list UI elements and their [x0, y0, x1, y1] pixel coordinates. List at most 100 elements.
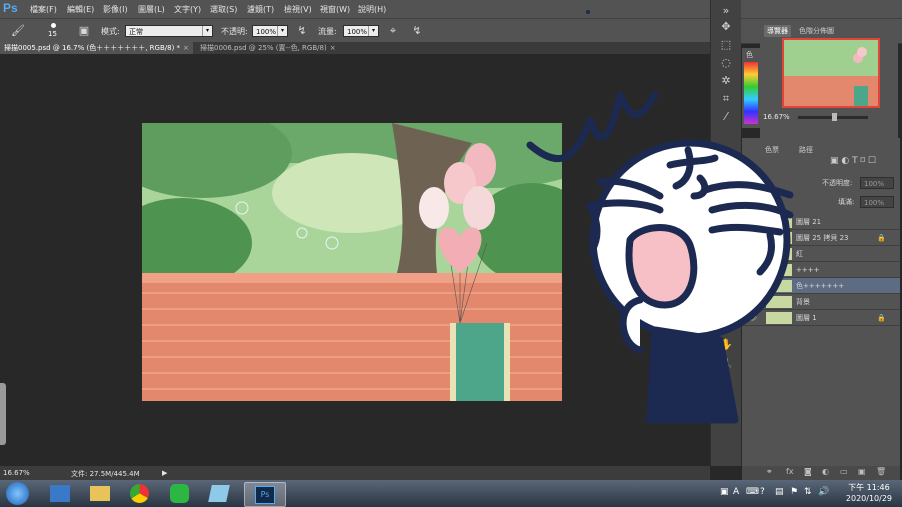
zoom-tool-icon[interactable]: 🔍 — [717, 354, 735, 372]
adjustment-icon[interactable]: ◐ — [822, 467, 829, 476]
layer-row[interactable]: 👁 圖層 21 — [742, 214, 900, 230]
pressure-size-icon[interactable]: ↯ — [409, 23, 425, 39]
brush-preset-picker[interactable]: 15 — [44, 21, 64, 41]
help-icon[interactable]: ? — [760, 487, 765, 497]
windows-taskbar: Ps ▣ A ⌨ ? ▤ ⚑ ⇅ 🔊 下午 11:46 2020/10/29 — [0, 480, 902, 507]
marquee-tool-icon[interactable]: ⬚ — [717, 36, 735, 54]
layer-row[interactable]: 👁 紅 — [742, 246, 900, 262]
menu-window[interactable]: 視窗(W) — [320, 4, 350, 15]
crop-tool-icon[interactable]: ⌗ — [717, 90, 735, 108]
line-icon[interactable] — [160, 482, 200, 505]
swatches-tab[interactable]: 色 — [746, 50, 753, 60]
flag-icon[interactable]: ⚑ — [790, 487, 798, 497]
layer-name: 背景 — [796, 298, 810, 306]
layer-fill-label: 填滿: — [838, 198, 855, 206]
lasso-tool-icon[interactable]: ◌ — [717, 54, 735, 72]
input-method[interactable]: A — [733, 487, 739, 497]
navigator-zoom-slider[interactable] — [798, 113, 868, 121]
flow-field[interactable]: 100% ▾ — [343, 25, 379, 37]
photoshop-icon[interactable]: Ps — [244, 482, 286, 507]
mask-icon[interactable]: ◙ — [804, 467, 812, 476]
visibility-eye-icon[interactable]: 👁 — [748, 310, 757, 326]
taskbar-app-icon[interactable] — [200, 482, 240, 505]
eyedropper-icon[interactable]: ⁄ — [717, 108, 735, 126]
menu-type[interactable]: 文字(Y) — [174, 4, 201, 15]
fx-icon[interactable]: fx — [786, 467, 794, 476]
tab-document-2[interactable]: 掃描0006.psd @ 25% (置--色, RGB/8) × — [196, 42, 340, 54]
network-icon[interactable]: ▤ — [775, 487, 784, 497]
brush-panel-icon[interactable]: ▣ — [76, 23, 92, 39]
color-swatch-grid[interactable] — [744, 62, 758, 124]
status-menu-arrow[interactable]: ▶ — [162, 469, 167, 477]
tab-navigator[interactable]: 導覽器 — [764, 25, 791, 37]
link-layers-icon[interactable]: ⚭ — [766, 467, 773, 476]
zoom-readout[interactable]: 16.67% — [3, 469, 30, 477]
chevron-down-icon: ▾ — [368, 26, 378, 36]
visibility-eye-icon[interactable]: 👁 — [748, 230, 757, 246]
tab-swatches[interactable]: 色票 — [762, 144, 782, 156]
scroll-handle[interactable] — [0, 383, 6, 445]
group-folder-icon[interactable]: ▭ — [840, 467, 848, 476]
canvas-artwork[interactable] — [142, 123, 562, 401]
layer-name: 色+++++++ — [796, 282, 845, 290]
hand-tool-icon[interactable]: ✋ — [717, 336, 735, 354]
menu-edit[interactable]: 編輯(E) — [67, 4, 94, 15]
layer-row[interactable]: 👁 背景 — [742, 294, 900, 310]
move-tool-icon[interactable]: ✥ — [717, 18, 735, 36]
brush-tip-icon — [51, 23, 56, 28]
menu-view[interactable]: 檢視(V) — [284, 4, 312, 15]
keyboard-icon[interactable]: ⌨ — [746, 487, 759, 497]
visibility-eye-icon[interactable]: 👁 — [748, 214, 757, 230]
navigator-zoom-value[interactable]: 16.67% — [763, 113, 790, 121]
layer-opacity-field[interactable]: 100% — [860, 177, 894, 189]
tab-histogram[interactable]: 色階分佈圖 — [796, 25, 837, 37]
brush-icon[interactable]: 🖌 — [10, 23, 26, 39]
menu-help[interactable]: 說明(H) — [358, 4, 386, 15]
windows-start-icon[interactable] — [3, 482, 33, 505]
layer-thumbnail — [766, 216, 792, 228]
new-layer-icon[interactable]: ▣ — [858, 467, 866, 476]
airbrush-icon[interactable]: ⌖ — [385, 23, 401, 39]
trash-icon[interactable]: 🗑 — [876, 467, 886, 476]
opacity-value: 100% — [256, 28, 277, 36]
tray-icon[interactable]: ▣ — [720, 487, 729, 497]
folder-icon[interactable] — [80, 482, 120, 505]
magic-wand-icon[interactable]: ✲ — [717, 72, 735, 90]
navigator-thumbnail-image — [784, 40, 878, 106]
layer-row[interactable]: 👁 色+++++++ — [742, 278, 900, 294]
menu-file[interactable]: 檔案(F) — [30, 4, 57, 15]
layer-row[interactable]: 👁 圖層 25 拷貝 23 🔒 — [742, 230, 900, 246]
close-icon[interactable]: × — [330, 44, 336, 52]
layer-fill-field[interactable]: 100% — [860, 196, 894, 208]
visibility-eye-icon[interactable]: 👁 — [748, 262, 757, 278]
menu-image[interactable]: 影像(I) — [103, 4, 128, 15]
menu-layer[interactable]: 圖層(L) — [138, 4, 165, 15]
menu-select[interactable]: 選取(S) — [210, 4, 237, 15]
navigator-thumbnail[interactable] — [782, 38, 880, 108]
visibility-eye-icon[interactable]: 👁 — [748, 246, 757, 262]
clock[interactable]: 下午 11:46 2020/10/29 — [846, 482, 892, 504]
close-icon[interactable]: × — [183, 44, 189, 52]
document-tabs: 掃描0005.psd @ 16.7% (色＋＋＋＋＋＋＋, RGB/8) * × … — [0, 42, 710, 54]
tab-document-1[interactable]: 掃描0005.psd @ 16.7% (色＋＋＋＋＋＋＋, RGB/8) * × — [0, 42, 193, 54]
layer-row[interactable]: 👁 ++++ — [742, 262, 900, 278]
mode-dropdown[interactable]: 正常 ▾ — [125, 25, 213, 37]
tools-panel: » ✥ ⬚ ◌ ✲ ⌗ ⁄ ✋ 🔍 ⇄ — [710, 0, 741, 466]
pressure-icon[interactable]: ↯ — [294, 23, 310, 39]
taskbar-app-icon[interactable] — [40, 482, 80, 505]
volume-icon[interactable]: 🔊 — [818, 487, 829, 497]
layer-filter-icons[interactable]: ▣ ◐ T ⌑ ☐ — [830, 156, 894, 170]
zoom-slider-knob[interactable] — [832, 113, 837, 121]
opacity-field[interactable]: 100% ▾ — [252, 25, 288, 37]
swap-colors-icon[interactable]: ⇄ — [717, 372, 735, 390]
tab-paths[interactable]: 路徑 — [796, 144, 816, 156]
layer-row[interactable]: 👁 圖層 1 🔒 — [742, 310, 900, 326]
layer-name: ++++ — [796, 266, 820, 274]
swatches-panel: 色 — [742, 48, 760, 128]
network-status-icon[interactable]: ⇅ — [804, 487, 812, 497]
visibility-eye-icon[interactable]: 👁 — [748, 294, 757, 310]
photoshop-logo[interactable]: Ps — [3, 1, 21, 17]
menu-filter[interactable]: 濾鏡(T) — [247, 4, 274, 15]
chrome-icon[interactable] — [120, 482, 160, 505]
visibility-eye-icon[interactable]: 👁 — [748, 278, 757, 294]
